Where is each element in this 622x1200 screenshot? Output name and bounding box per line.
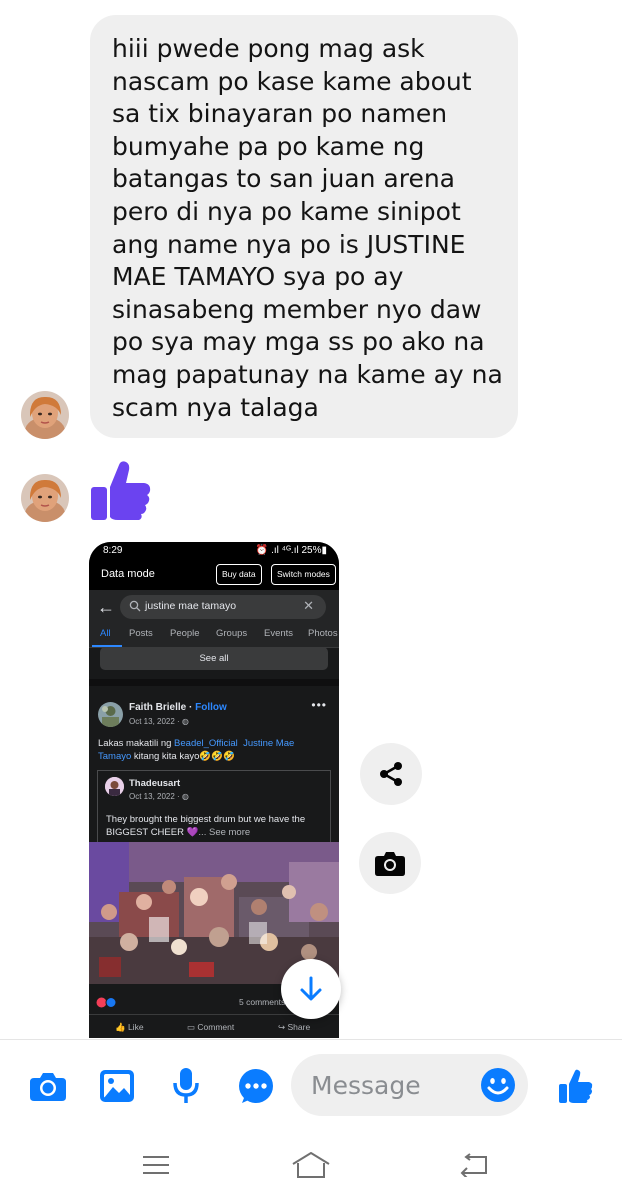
search-query: justine mae tamayo [145,600,237,612]
share-button[interactable] [360,743,422,805]
mention-link: Beadel_Official [174,738,238,749]
more-options-icon[interactable] [236,1066,276,1106]
data-mode-bar: Data mode Buy data Switch modes [89,560,339,590]
share-action: ↪ Share [278,1022,311,1032]
data-mode-label: Data mode [101,568,155,580]
see-all-button: See all [100,647,328,670]
post-date: Oct 13, 2022 · [129,717,182,726]
system-navigation-bar [0,1129,622,1200]
sender-avatar[interactable] [21,474,69,522]
messenger-conversation: hiii pwede pong mag ask nascam po kase k… [0,0,622,1200]
tab-events: Events [264,628,294,639]
emoji-icon[interactable] [480,1067,516,1103]
message-line: sa tix binayaran po namen [112,99,448,129]
buy-data-button: Buy data [216,564,262,585]
tab-people: People [170,628,200,639]
comment-action: ▭ Comment [187,1022,235,1032]
mention-link: Tamayo [98,751,132,762]
camera-icon[interactable] [28,1066,68,1106]
like-label: Like [127,1022,144,1032]
share-icon [380,762,402,786]
camera-icon [375,852,405,876]
post-text-end: kitang kita kayo🤣🤣🤣 [131,751,235,762]
shared-post-author: Thadeusart [129,778,181,789]
like-action: 👍 Like [115,1022,144,1032]
message-input-container[interactable] [291,1054,528,1116]
clear-icon: ✕ [303,598,314,613]
gallery-icon[interactable] [97,1066,137,1106]
message-line: ang name nya po is JUSTINE [112,229,466,259]
switch-modes-button: Switch modes [271,564,336,585]
shared-post-date: Oct 13, 2022 · [129,792,182,801]
mention-link: Justine Mae [243,738,295,749]
comment-label: Comment [197,1022,235,1032]
back-arrow-icon: ← [97,597,115,617]
shared-post-text: They brought the biggest drum but we hav… [106,813,330,839]
scroll-to-bottom-button[interactable] [281,959,341,1019]
message-line: MAE TAMAYO sya po ay [112,262,404,292]
tab-photos: Photos [308,628,338,639]
status-bar: 8:29 ⏰ .ıl ⁴ᴳ.ıl 25%▮ [89,542,339,560]
section-divider [89,679,339,686]
arrow-down-icon [300,976,322,1001]
status-icons: ⏰ .ıl ⁴ᴳ.ıl 25%▮ [255,545,327,556]
follow-link: Follow [195,702,227,713]
post-date-line: Oct 13, 2022 · ◍ [129,717,189,726]
message-composer [0,1039,622,1129]
sender-avatar[interactable] [21,391,69,439]
message-line: mag papatunay na kame ay na [112,359,503,389]
share-label: Share [287,1022,311,1032]
globe-icon: ◍ [181,792,189,801]
more-options-icon: ••• [311,698,327,712]
message-line: hiii pwede pong mag ask [112,34,425,63]
globe-icon: ◍ [181,717,189,726]
see-more-link: ... See more [198,827,251,838]
recent-apps-icon[interactable] [134,1149,178,1181]
post-text-start: Lakas makatili ng [98,738,175,749]
microphone-icon[interactable] [166,1066,206,1106]
comments-count: 5 comments [239,997,286,1007]
message-line: po sya may mga ss po ako na [112,327,485,357]
message-input[interactable] [311,1054,481,1116]
search-field: justine mae tamayo ✕ [120,595,326,619]
incoming-message-bubble[interactable]: hiii pwede pong mag ask nascam po kase k… [90,15,518,438]
message-line: scam nya talaga [112,392,319,422]
camera-button[interactable] [359,832,421,894]
message-line: bumyahe pa po kame ng [112,131,425,161]
back-icon[interactable] [452,1149,496,1181]
message-line: batangas to san juan arena [112,164,455,194]
shared-post-card: Thadeusart Oct 13, 2022 · ◍ They brought… [97,770,331,842]
home-icon[interactable] [289,1149,333,1181]
post-author-avatar [98,702,123,727]
post-text: Lakas makatili ng Beadel_Official Justin… [98,737,334,763]
shared-post-avatar [105,777,124,796]
post-author-name: Faith Brielle [129,702,187,713]
tab-all: All [100,628,111,639]
search-row: ← justine mae tamayo ✕ [89,590,339,624]
search-icon [129,600,141,612]
message-line: sinasabeng member nyo daw [112,294,482,324]
tab-groups: Groups [216,628,248,639]
thumbs-up-icon[interactable] [88,457,154,523]
tab-posts: Posts [129,628,153,639]
post-author-line: Faith Brielle · Follow [129,702,227,713]
search-tabs: All Posts People Groups Events Photos [89,624,339,648]
message-line: pero di nya po kame sinipot [112,196,461,226]
reaction-icons [96,995,118,1013]
message-line: nascam po kase kame about [112,66,472,96]
shared-post-date-line: Oct 13, 2022 · ◍ [129,792,189,801]
like-icon[interactable] [556,1066,596,1106]
status-time: 8:29 [103,545,123,556]
